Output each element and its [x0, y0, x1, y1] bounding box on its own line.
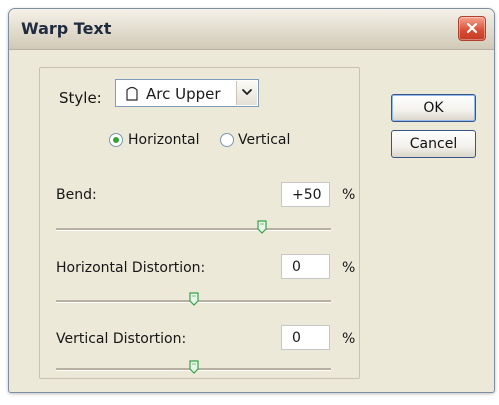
horizontal-distortion-slider-thumb[interactable] — [188, 292, 200, 306]
cancel-button[interactable]: Cancel — [391, 130, 476, 158]
horizontal-distortion-value: 0 — [292, 259, 301, 275]
bend-slider-thumb[interactable] — [256, 220, 268, 234]
dialog-content: Style: Arc Upper Horizontal Vertical Ben… — [15, 57, 488, 385]
page: Warp Text Style: Arc Upper Horizontal Ve… — [0, 0, 499, 405]
ok-button[interactable]: OK — [391, 94, 476, 122]
vertical-distortion-value: 0 — [292, 330, 301, 346]
vertical-distortion-slider-track[interactable] — [56, 360, 331, 374]
horizontal-distortion-percent-label: % — [342, 260, 356, 276]
vertical-radio[interactable] — [220, 133, 234, 147]
bend-value-input[interactable]: +50 — [281, 182, 330, 207]
bend-label: Bend: — [56, 187, 97, 203]
bend-percent-label: % — [342, 187, 356, 203]
horizontal-distortion-slider-track[interactable] — [56, 292, 331, 306]
bend-slider-track[interactable] — [56, 220, 331, 234]
title-bar: Warp Text — [9, 9, 494, 50]
style-label: Style: — [59, 89, 102, 107]
vertical-distortion-slider-thumb[interactable] — [188, 360, 200, 374]
arc-upper-icon — [126, 86, 138, 101]
slider-thumb-icon — [257, 220, 267, 234]
vertical-distortion-value-input[interactable]: 0 — [281, 325, 330, 350]
close-button[interactable] — [458, 16, 486, 41]
style-dropdown-button[interactable] — [236, 81, 257, 105]
warp-options-panel: Style: Arc Upper Horizontal Vertical Ben… — [39, 67, 360, 379]
style-select[interactable]: Arc Upper — [115, 79, 259, 107]
close-icon — [466, 22, 478, 34]
vertical-distortion-percent-label: % — [342, 331, 356, 347]
warp-text-dialog: Warp Text Style: Arc Upper Horizontal Ve… — [8, 8, 495, 393]
bend-value: +50 — [292, 187, 322, 203]
vertical-label: Vertical — [238, 132, 291, 148]
chevron-down-icon — [242, 89, 252, 95]
style-selected-value: Arc Upper — [146, 85, 221, 103]
horizontal-distortion-label: Horizontal Distortion: — [56, 260, 206, 276]
horizontal-distortion-value-input[interactable]: 0 — [281, 254, 330, 279]
slider-thumb-icon — [188, 360, 199, 374]
horizontal-radio[interactable] — [109, 133, 123, 147]
horizontal-label: Horizontal — [128, 132, 200, 148]
window-title: Warp Text — [21, 19, 112, 38]
vertical-distortion-label: Vertical Distortion: — [56, 331, 187, 347]
orientation-group: Horizontal Vertical — [109, 132, 299, 150]
slider-thumb-icon — [188, 292, 199, 306]
